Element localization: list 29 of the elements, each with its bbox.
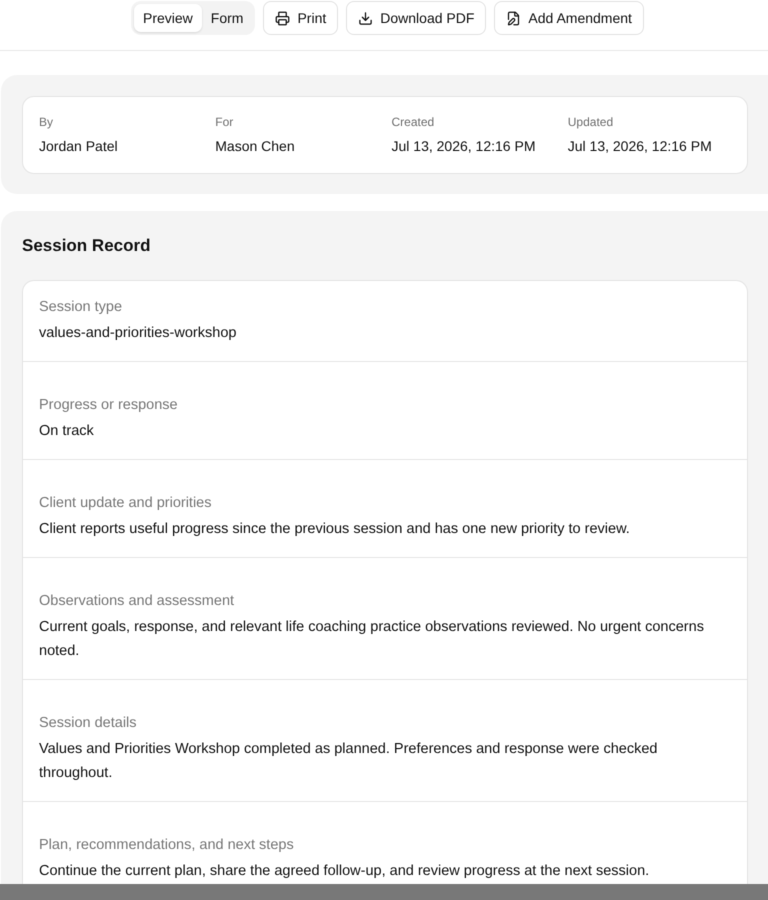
download-button[interactable]: Download PDF <box>346 1 486 35</box>
add-amendment-button[interactable]: Add Amendment <box>494 1 644 35</box>
meta-label: By <box>39 114 54 130</box>
field-label: Progress or response <box>39 396 179 415</box>
printer-icon <box>275 10 290 26</box>
meta-label: For <box>215 114 234 130</box>
document-pen-icon <box>506 10 522 26</box>
field-value: Continue the current plan, share the agreed follow-up, and review progress at the next session. <box>39 862 650 881</box>
field-label: Observations and assessment <box>39 592 236 611</box>
field-value: Client reports useful progress since the previous session and has one new priority to review. <box>39 520 631 539</box>
view-tab[interactable]: Preview <box>134 4 202 32</box>
print-button[interactable]: Print <box>263 1 338 35</box>
field-label: Session type <box>39 298 124 317</box>
meta-label: Created <box>392 114 436 130</box>
field-label: Session details <box>39 714 138 733</box>
meta-value: Mason Chen <box>215 137 296 155</box>
field-value: On track <box>39 422 95 441</box>
field-value: Current goals, response, and relevant life coaching practice observations reviewed. No urgent concerns noted. <box>39 618 705 661</box>
meta-value: Jul 13, 2026, 12:16 PM <box>568 137 713 155</box>
field-label: Client update and priorities <box>39 494 212 513</box>
meta-label: Updated <box>568 114 614 130</box>
download-icon <box>358 10 374 26</box>
field-value: Values and Priorities Workshop completed as planned. Preferences and response were checked throughout. <box>39 740 658 783</box>
section-title: Session Record <box>22 235 152 257</box>
meta-value: Jordan Patel <box>39 137 119 155</box>
meta-value: Jul 13, 2026, 12:16 PM <box>392 137 536 155</box>
view-tab[interactable]: Form <box>202 4 252 32</box>
field-label: Plan, recommendations, and next steps <box>39 836 295 855</box>
field-value: values-and-priorities-workshop <box>39 324 238 343</box>
